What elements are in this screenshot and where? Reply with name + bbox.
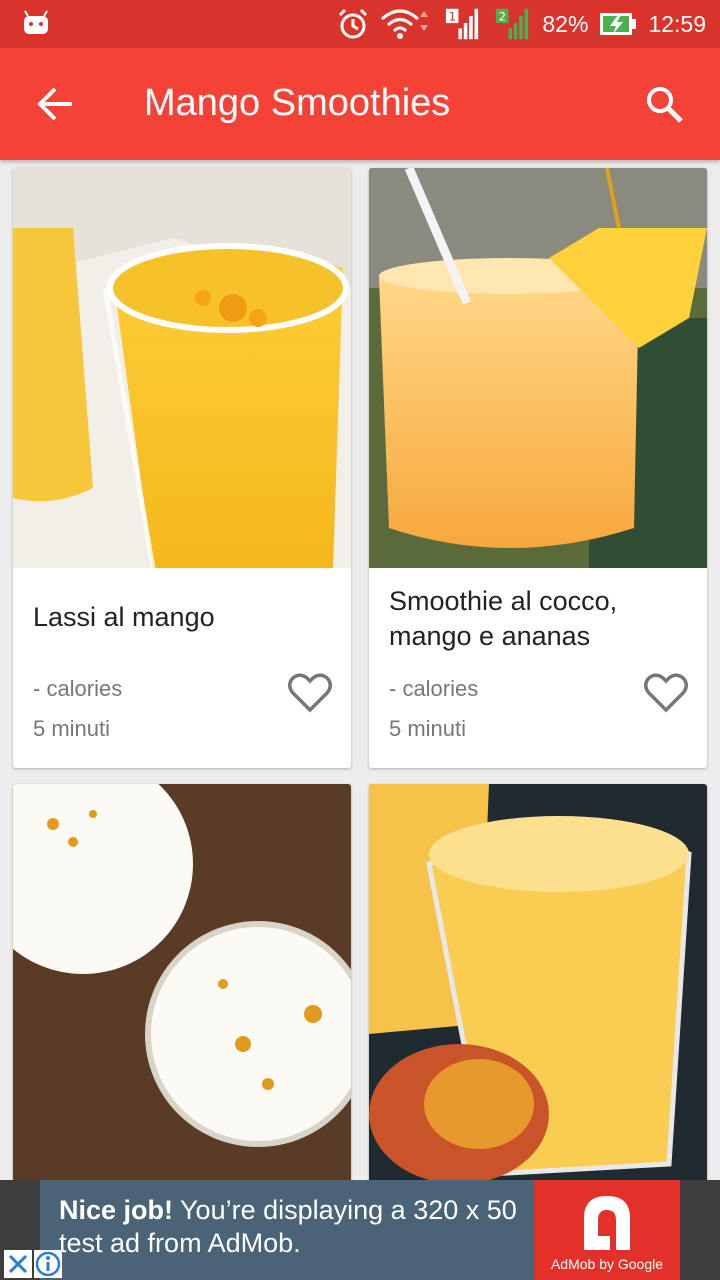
ad-message: Nice job! You’re displaying a 320 x 50 t… (59, 1194, 529, 1260)
ad-info-icon[interactable] (34, 1250, 62, 1278)
recipe-photo[interactable] (13, 784, 351, 1180)
clock: 12:59 (648, 10, 706, 37)
recipe-photo[interactable] (369, 168, 707, 568)
recipe-photo[interactable] (13, 168, 351, 568)
recipe-card[interactable] (13, 784, 351, 1180)
page-title: Mango Smoothies (144, 82, 451, 124)
wifi-icon (381, 9, 429, 39)
svg-text:1: 1 (449, 9, 456, 23)
battery-percent: 82% (542, 10, 589, 37)
recipe-card[interactable] (369, 784, 707, 1180)
recipe-photo[interactable] (369, 784, 707, 1180)
recipe-card[interactable]: Lassi al mango - calories 5 minuti (13, 168, 351, 768)
recipe-calories: - calories (389, 676, 479, 701)
admob-icon (584, 1196, 630, 1250)
signal-sim1-icon: 1 (446, 8, 479, 40)
ad-headline: Nice job! (59, 1195, 174, 1225)
admob-brand: AdMob by Google (550, 1256, 664, 1272)
recipe-title: Smoothie al cocco, mango e ananas (389, 586, 618, 651)
heart-outline-icon[interactable] (643, 672, 689, 714)
battery-charging-icon (600, 13, 637, 35)
recipe-time: 5 minuti (389, 716, 467, 741)
alarm-icon (339, 8, 368, 39)
close-ad-icon[interactable] (4, 1250, 32, 1278)
heart-outline-icon[interactable] (287, 672, 333, 714)
status-bar: 1 2 82% 12:59 (0, 0, 720, 48)
android-icon (24, 10, 48, 34)
recipe-time: 5 minuti (33, 716, 111, 741)
app-bar: Mango Smoothies (0, 48, 720, 160)
ad-banner[interactable]: Nice job! You’re displaying a 320 x 50 t… (0, 1180, 720, 1280)
svg-text:2: 2 (499, 9, 506, 23)
arrow-back-icon[interactable] (36, 84, 76, 124)
recipe-grid[interactable]: Lassi al mango - calories 5 minuti Smoot… (0, 160, 720, 1180)
search-icon[interactable] (644, 84, 684, 124)
ad-body[interactable]: Nice job! You’re displaying a 320 x 50 t… (40, 1180, 534, 1280)
recipe-card[interactable]: Smoothie al cocco, mango e ananas - calo… (369, 168, 707, 768)
recipe-calories: - calories (33, 676, 123, 701)
signal-sim2-icon: 2 (496, 8, 529, 40)
recipe-title: Lassi al mango (33, 602, 215, 632)
admob-logo[interactable]: AdMob by Google (534, 1180, 680, 1280)
